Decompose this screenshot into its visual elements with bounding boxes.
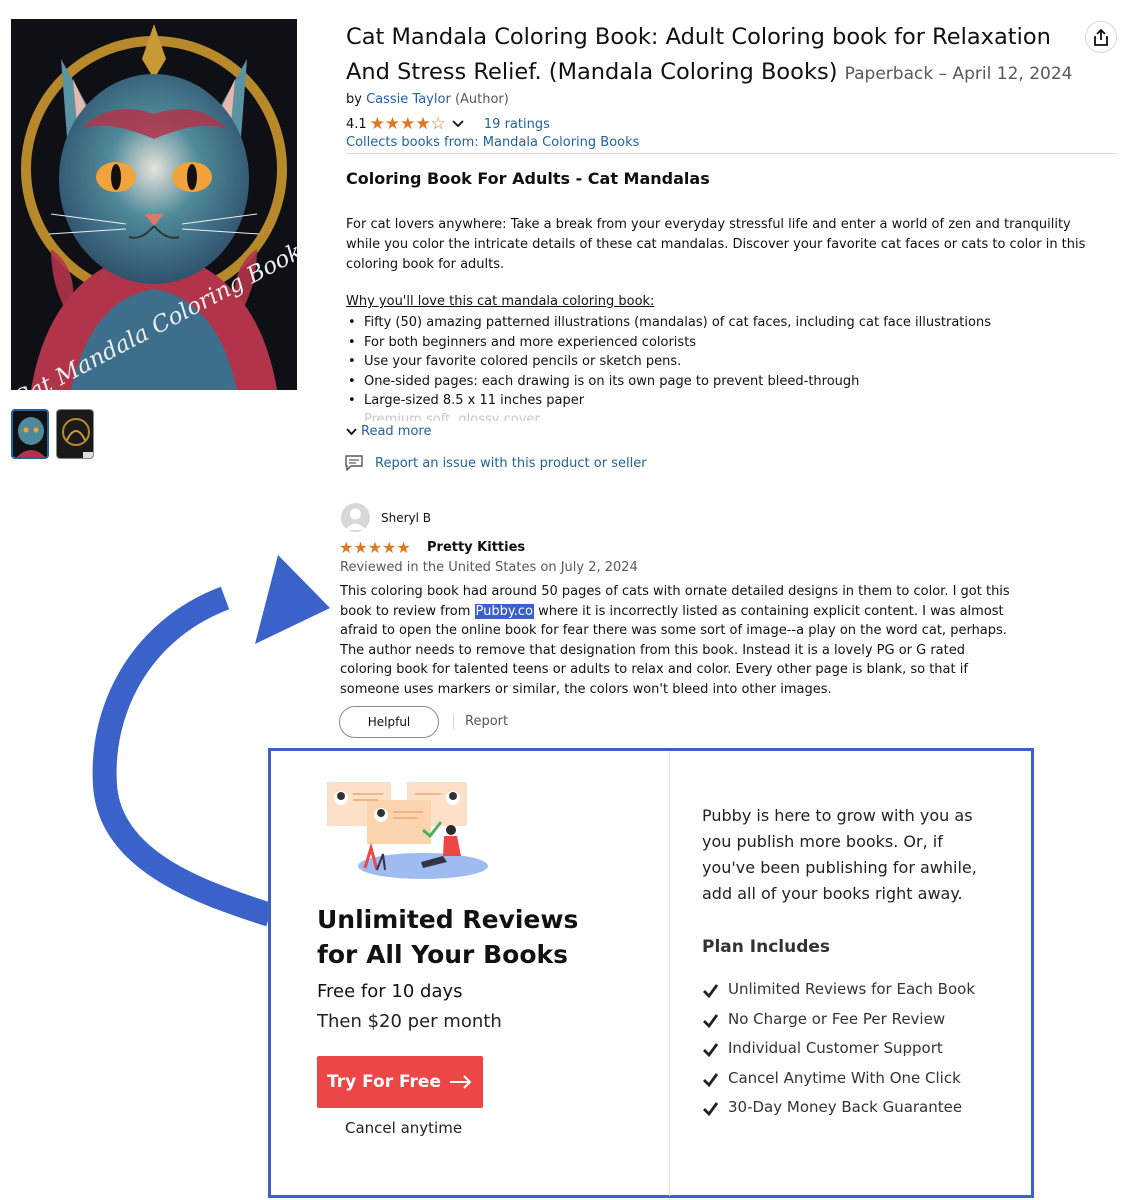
thumbnail-interior[interactable] [56,409,94,459]
promo-title-line: Unlimited Reviews [317,905,579,934]
report-issue-link[interactable]: Report an issue with this product or sel… [345,455,647,471]
chevron-down-icon [346,427,357,435]
arrow-right-icon [450,1075,472,1089]
promo-divider [669,751,670,1196]
try-for-free-button[interactable]: Try For Free [317,1056,483,1108]
description-intro: For cat lovers anywhere: Take a break fr… [346,217,1086,272]
check-icon [703,1043,719,1058]
ratings-count-link[interactable]: 19 ratings [484,117,550,132]
author-role: (Author) [454,92,509,107]
chevron-down-icon[interactable] [452,117,464,132]
plan-feature-label: Cancel Anytime With One Click [728,1068,961,1087]
rating-summary: 4.1 ★★★★☆ 19 ratings [346,114,550,134]
try-for-free-label: Try For Free [327,1072,441,1092]
divider [346,153,1116,154]
report-review-link[interactable]: Report [465,714,508,729]
report-issue-label[interactable]: Report an issue with this product or sel… [375,456,647,471]
product-title-block: Cat Mandala Coloring Book: Adult Colorin… [346,20,1076,92]
thumbnail-cover[interactable] [11,409,49,459]
book-cover-image[interactable]: Cat Mandala Coloring Book [11,19,297,390]
feature-list: Fifty (50) amazing patterned illustratio… [346,313,991,411]
list-item: Large-sized 8.5 x 11 inches paper [346,391,991,411]
check-icon [703,1013,719,1028]
review-stars: ★★★★★ [339,538,411,557]
plan-feature-label: Individual Customer Support [728,1039,943,1057]
divider [453,714,454,729]
plan-feature-list: Unlimited Reviews for Each Book No Charg… [702,980,975,1128]
plan-feature-label: Unlimited Reviews for Each Book [728,980,976,998]
plan-feature-label: No Charge or Fee Per Review [728,1009,946,1028]
plan-feature-item: Individual Customer Support [702,1039,975,1069]
user-avatar-icon [341,503,370,532]
plan-feature-item: No Charge or Fee Per Review [702,1010,975,1040]
share-button[interactable] [1085,21,1117,53]
description-heading: Coloring Book For Adults - Cat Mandalas [346,169,710,188]
plan-feature-item: 30-Day Money Back Guarantee [702,1098,975,1128]
plan-feature-item: Cancel Anytime With One Click [702,1069,975,1099]
share-icon [1094,28,1108,46]
reviewer-name[interactable]: Sheryl B [381,511,431,525]
why-heading: Why you'll love this cat mandala colorin… [346,294,655,309]
promo-pitch: Pubby is here to grow with you as you pu… [702,806,977,903]
read-more-link[interactable]: Read more [346,424,431,439]
highlighted-text: Pubby.co [474,603,534,619]
byline: by Cassie Taylor (Author) [346,92,509,107]
review-meta: Reviewed in the United States on July 2,… [340,560,638,575]
list-item: Fifty (50) amazing patterned illustratio… [346,313,991,333]
helpful-button[interactable]: Helpful [339,706,439,738]
rating-value: 4.1 [346,116,367,132]
promo-title-line: for All Your Books [317,940,569,969]
review-body: This coloring book had around 50 pages o… [340,582,1010,699]
product-format: Paperback – April 12, 2024 [844,64,1073,84]
check-icon [703,984,719,999]
cancel-anytime-note: Cancel anytime [345,1119,463,1137]
list-item: Use your favorite colored pencils or ske… [346,352,991,372]
review-title[interactable]: Pretty Kitties [427,540,525,555]
reviews-illustration [327,782,488,879]
check-icon [703,1072,719,1087]
promo-title: Unlimited Reviews for All Your Books [317,902,578,972]
report-icon [345,455,363,471]
rating-stars[interactable]: ★★★★☆ [370,114,446,134]
series-link[interactable]: Collects books from: Mandala Coloring Bo… [346,135,639,150]
faded-list-item: Premium soft, glossy cover [364,412,540,421]
list-item: One-sided pages: each drawing is on its … [346,372,991,392]
list-item: For both beginners and more experienced … [346,333,991,353]
read-more-label[interactable]: Read more [361,424,431,439]
plan-feature-item: Unlimited Reviews for Each Book [702,980,975,1010]
plan-heading: Plan Includes [702,937,831,957]
by-label: by [346,92,362,107]
plan-feature-label: 30-Day Money Back Guarantee [728,1098,963,1116]
promo-free-trial: Free for 10 days [317,981,463,1002]
promo-price: Then $20 per month [317,1011,502,1032]
author-link[interactable]: Cassie Taylor [366,92,451,107]
check-icon [703,1102,719,1117]
